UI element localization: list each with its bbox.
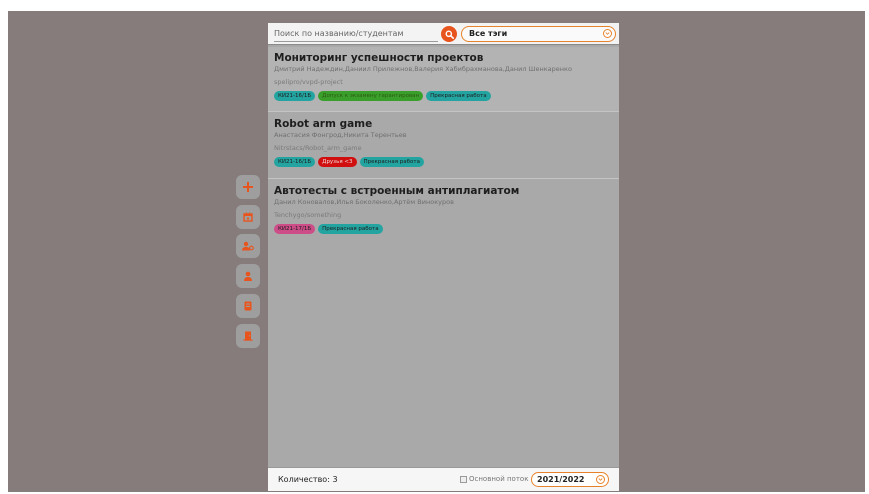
door-exit-icon — [243, 331, 253, 341]
project-count: Количество: 3 — [278, 475, 338, 484]
tag-group[interactable]: КИ21-16/1Б — [274, 157, 316, 167]
profile-button[interactable] — [236, 264, 260, 288]
user-settings-button[interactable] — [236, 234, 260, 258]
project-tags: КИ21-16/1Б Друзья <3 Прекрасная работа — [274, 157, 613, 167]
user-settings-icon — [242, 241, 254, 251]
tag-excellent-work[interactable]: Прекрасная работа — [359, 157, 424, 167]
project-authors: Дмитрий Надеждин,Даниил Прилежнов,Валери… — [274, 65, 572, 73]
book-icon — [244, 301, 252, 311]
tag-excellent-work[interactable]: Прекрасная работа — [318, 224, 383, 234]
project-authors: Анастасия Фонгрод,Никита Терентьев — [274, 131, 407, 139]
search-icon — [445, 30, 454, 39]
project-tags: КИ21-16/1Б Допуск к экзамену гарантирова… — [274, 91, 613, 101]
tag-exam-admission[interactable]: Допуск к экзамену гарантирован — [318, 91, 424, 101]
calendar-button[interactable] — [236, 205, 260, 229]
chevron-down-icon — [596, 475, 605, 484]
calendar-icon — [243, 212, 253, 222]
divider — [268, 111, 619, 112]
project-card[interactable]: Автотесты с встроенным антиплагиатом Дан… — [268, 180, 619, 244]
tag-group[interactable]: КИ21-17/1Б — [274, 224, 316, 234]
main-stream-checkbox[interactable] — [460, 475, 467, 483]
project-title: Robot arm game — [274, 118, 373, 130]
tag-filter-select[interactable]: Все тэги — [461, 26, 616, 42]
divider — [268, 178, 619, 179]
project-repo-link[interactable]: Nitrstacs/Robot_arm_game — [274, 144, 613, 153]
plus-icon — [243, 182, 253, 192]
project-authors: Данил Коновалов,Илья Боколенко,Артём Вин… — [274, 198, 454, 206]
project-repo-link[interactable]: spelipro/vvpd-project — [274, 78, 613, 87]
chevron-down-icon — [603, 29, 612, 38]
add-project-button[interactable] — [236, 175, 260, 199]
project-repo-link[interactable]: Tenchygo/something — [274, 211, 613, 220]
logout-button[interactable] — [236, 324, 260, 348]
project-tags: КИ21-17/1Б Прекрасная работа — [274, 224, 613, 234]
tag-group[interactable]: КИ21-16/1Б — [274, 91, 316, 101]
user-icon — [244, 271, 252, 281]
main-stream-label: Основной поток — [469, 475, 529, 483]
project-title: Автотесты с встроенным антиплагиатом — [274, 185, 520, 197]
projects-panel: Все тэги Мониторинг успешности проектов … — [268, 23, 619, 491]
tag-filter-value: Все тэги — [469, 29, 508, 38]
search-button[interactable] — [441, 26, 457, 42]
year-value: 2021/2022 — [537, 475, 585, 484]
search-bar: Все тэги — [268, 23, 619, 45]
journal-button[interactable] — [236, 294, 260, 318]
main-stream-toggle[interactable]: Основной поток — [460, 475, 528, 483]
panel-footer: Количество: 3 Основной поток 2021/2022 — [268, 467, 619, 491]
tag-excellent-work[interactable]: Прекрасная работа — [426, 91, 491, 101]
year-select[interactable]: 2021/2022 — [531, 472, 609, 487]
project-title: Мониторинг успешности проектов — [274, 52, 484, 64]
search-input[interactable] — [274, 26, 438, 42]
tag-friends[interactable]: Друзья <3 — [318, 157, 357, 167]
project-card[interactable]: Robot arm game Анастасия Фонгрод,Никита … — [268, 113, 619, 177]
project-card[interactable]: Мониторинг успешности проектов Дмитрий Н… — [268, 47, 619, 111]
